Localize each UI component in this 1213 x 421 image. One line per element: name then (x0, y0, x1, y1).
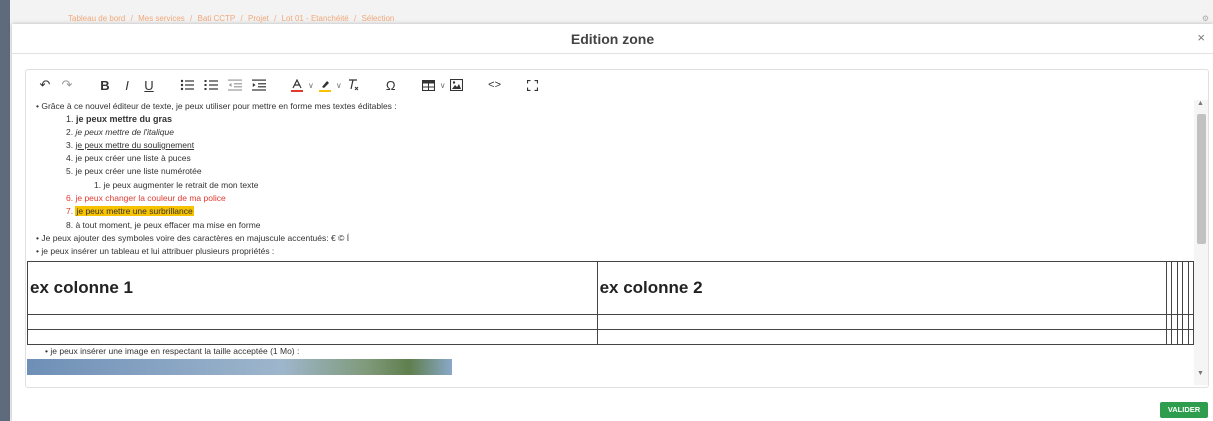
highlight-color-icon[interactable] (316, 75, 334, 95)
bullet-marker: • (36, 101, 39, 111)
table-row: ex colonne 1 ex colonne 2 (27, 261, 1194, 315)
list-item-text: je peux mettre du soulignement (75, 140, 195, 150)
list-item: 8. à tout moment, je peux effacer ma mis… (66, 219, 261, 232)
breadcrumb-item[interactable]: Tableau de bord (68, 14, 125, 23)
redo-icon[interactable]: ↷ (58, 75, 76, 95)
list-item: 1. je peux augmenter le retrait de mon t… (94, 179, 258, 192)
list-item-text: je peux créer une liste numérotée (75, 166, 202, 176)
modal-header: Edition zone × (12, 24, 1213, 54)
image-icon[interactable] (448, 75, 466, 95)
table-cell[interactable] (1187, 261, 1194, 315)
breadcrumb-item[interactable]: Lot 01 - Etanchéité (282, 14, 349, 23)
list-item: • Grâce à ce nouvel éditeur de texte, je… (36, 100, 397, 113)
italic-button[interactable]: I (118, 75, 136, 95)
list-item: • je peux insérer un tableau et lui attr… (36, 245, 274, 258)
list-number: 2. (66, 127, 74, 137)
symbols-text: Je peux ajouter des symboles voire des c… (41, 233, 350, 243)
underline-button[interactable]: U (140, 75, 158, 95)
undo-icon[interactable]: ↶ (36, 75, 54, 95)
scrollbar-thumb[interactable] (1197, 114, 1206, 244)
image-intro-text: je peux insérer une image en respectant … (50, 346, 300, 356)
editor-content[interactable]: • Grâce à ce nouvel éditeur de texte, je… (26, 100, 1194, 385)
list-item: 4. je peux créer une liste à puces (66, 152, 191, 165)
editor-scrollbar[interactable]: ▲ ▼ (1194, 100, 1208, 385)
list-item-text: je peux changer la couleur de ma police (75, 193, 226, 203)
list-item-text: je peux augmenter le retrait de mon text… (103, 180, 259, 190)
list-item-text: je peux créer une liste à puces (75, 153, 191, 163)
inserted-image[interactable] (27, 359, 452, 375)
list-number: 1. (66, 114, 74, 124)
breadcrumb: Tableau de bord / Mes services / Bati CC… (68, 14, 397, 23)
list-item: 3. je peux mettre du soulignement (66, 139, 194, 152)
numbered-list-icon[interactable] (202, 75, 220, 95)
breadcrumb-separator: / (353, 14, 357, 23)
content-table[interactable]: ex colonne 1 ex colonne 2 (27, 261, 1194, 345)
table-cell[interactable] (596, 329, 1168, 345)
list-item: 6. je peux changer la couleur de ma poli… (66, 192, 226, 205)
table-intro-text: je peux insérer un tableau et lui attrib… (41, 246, 275, 256)
chevron-down-icon[interactable]: ∨ (336, 81, 342, 90)
text-color-icon[interactable] (288, 75, 306, 95)
modal-title: Edition zone (570, 31, 655, 47)
list-item: 2. je peux mettre de l'italique (66, 126, 174, 139)
chevron-up-icon[interactable]: ▲ (1197, 100, 1204, 107)
list-item-text: je peux mettre une surbrillance (75, 206, 194, 216)
list-number: 6. (66, 193, 74, 203)
validate-button[interactable]: VALIDER (1160, 402, 1208, 418)
table-cell[interactable] (1187, 329, 1194, 345)
breadcrumb-item[interactable]: Mes services (138, 14, 185, 23)
table-cell[interactable]: ex colonne 1 (27, 261, 598, 315)
outdent-icon[interactable] (226, 75, 244, 95)
special-character-icon[interactable]: Ω (382, 75, 400, 95)
background-sidebar (0, 0, 10, 421)
breadcrumb-separator: / (130, 14, 133, 23)
indent-icon[interactable] (250, 75, 268, 95)
table-cell[interactable] (27, 314, 598, 330)
close-icon[interactable]: × (1197, 30, 1205, 45)
list-number: 4. (66, 153, 74, 163)
chevron-down-icon[interactable]: ∨ (440, 81, 446, 90)
list-item: • je peux insérer une image en respectan… (45, 345, 299, 358)
bullet-marker: • (36, 233, 39, 243)
table-cell[interactable] (596, 314, 1168, 330)
bullet-list-icon[interactable] (178, 75, 196, 95)
list-item-text: à tout moment, je peux effacer ma mise e… (75, 220, 261, 230)
chevron-down-icon[interactable]: ▼ (1197, 370, 1204, 377)
breadcrumb-separator: / (274, 14, 277, 23)
table-row (27, 314, 1194, 330)
list-item: 1. je peux mettre du gras (66, 113, 172, 126)
gear-icon[interactable]: ⚙ (1202, 14, 1209, 23)
editor-toolbar: ↶ ↷ B I U ∨ ∨ Ω ∨ <> (26, 70, 1208, 100)
bold-button[interactable]: B (96, 75, 114, 95)
list-number: 1. (94, 180, 102, 190)
list-item: 5. je peux créer une liste numérotée (66, 165, 202, 178)
list-item: • Je peux ajouter des symboles voire des… (36, 232, 349, 245)
table-cell[interactable] (27, 329, 598, 345)
list-item-text: je peux mettre de l'italique (75, 127, 174, 137)
breadcrumb-separator: / (190, 14, 193, 23)
breadcrumb-separator: / (240, 14, 243, 23)
list-number: 8. (66, 220, 74, 230)
rich-text-editor[interactable]: ↶ ↷ B I U ∨ ∨ Ω ∨ <> • Grâce à ce nouvel… (25, 69, 1209, 388)
table-cell[interactable]: ex colonne 2 (596, 261, 1168, 315)
list-item-text: je peux mettre du gras (76, 114, 173, 124)
table-icon[interactable] (420, 75, 438, 95)
table-cell[interactable] (1187, 314, 1194, 330)
edit-zone-modal: Edition zone × ↶ ↷ B I U ∨ ∨ Ω ∨ <> • Gr… (12, 24, 1213, 421)
source-code-icon[interactable]: <> (486, 75, 504, 95)
list-number: 3. (66, 140, 74, 150)
intro-text: Grâce à ce nouvel éditeur de texte, je p… (41, 101, 397, 111)
breadcrumb-item[interactable]: Sélection (361, 14, 394, 23)
fullscreen-icon[interactable] (524, 75, 542, 95)
breadcrumb-item[interactable]: Bati CCTP (197, 14, 235, 23)
breadcrumb-item[interactable]: Projet (248, 14, 269, 23)
list-number: 5. (66, 166, 74, 176)
clear-formatting-icon[interactable] (344, 75, 362, 95)
list-number: 7. (66, 206, 74, 216)
bullet-marker: • (45, 346, 48, 356)
chevron-down-icon[interactable]: ∨ (308, 81, 314, 90)
table-row (27, 329, 1194, 345)
bullet-marker: • (36, 246, 39, 256)
list-item: 7. je peux mettre une surbrillance (66, 205, 194, 218)
